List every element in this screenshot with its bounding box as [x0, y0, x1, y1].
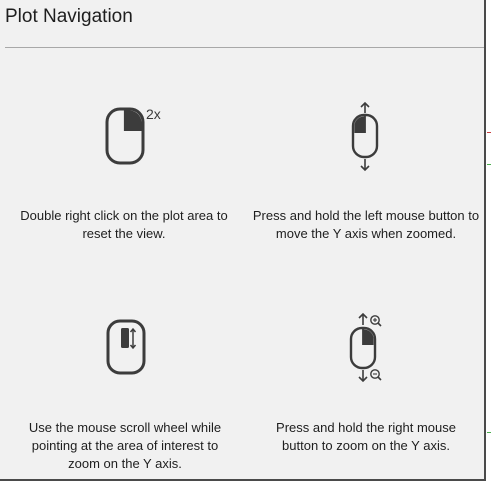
double-click-badge: 2x [146, 106, 161, 122]
mouse-double-right-click-icon: 2x [104, 104, 168, 166]
background-edge-mark [487, 132, 491, 133]
mouse-left-drag-vertical-icon [348, 101, 384, 173]
panel-title: Plot Navigation [5, 6, 133, 27]
background-edge-mark [487, 164, 491, 165]
title-divider [5, 47, 484, 48]
mouse-right-drag-zoom-icon [346, 312, 386, 384]
tip-double-right-click-text: Double right click on the plot area to r… [20, 208, 228, 241]
mouse-scroll-wheel-icon [104, 317, 148, 377]
background-edge-mark [487, 432, 491, 433]
tip-left-drag-text: Press and hold the left mouse button to … [252, 208, 480, 241]
tip-right-drag-zoom-text: Press and hold the right mouse button to… [276, 420, 456, 453]
plot-navigation-panel: Plot Navigation 2x Double right click on… [0, 0, 486, 481]
tip-scroll-wheel-text: Use the mouse scroll wheel while pointin… [28, 420, 222, 471]
background-edge [487, 0, 491, 485]
